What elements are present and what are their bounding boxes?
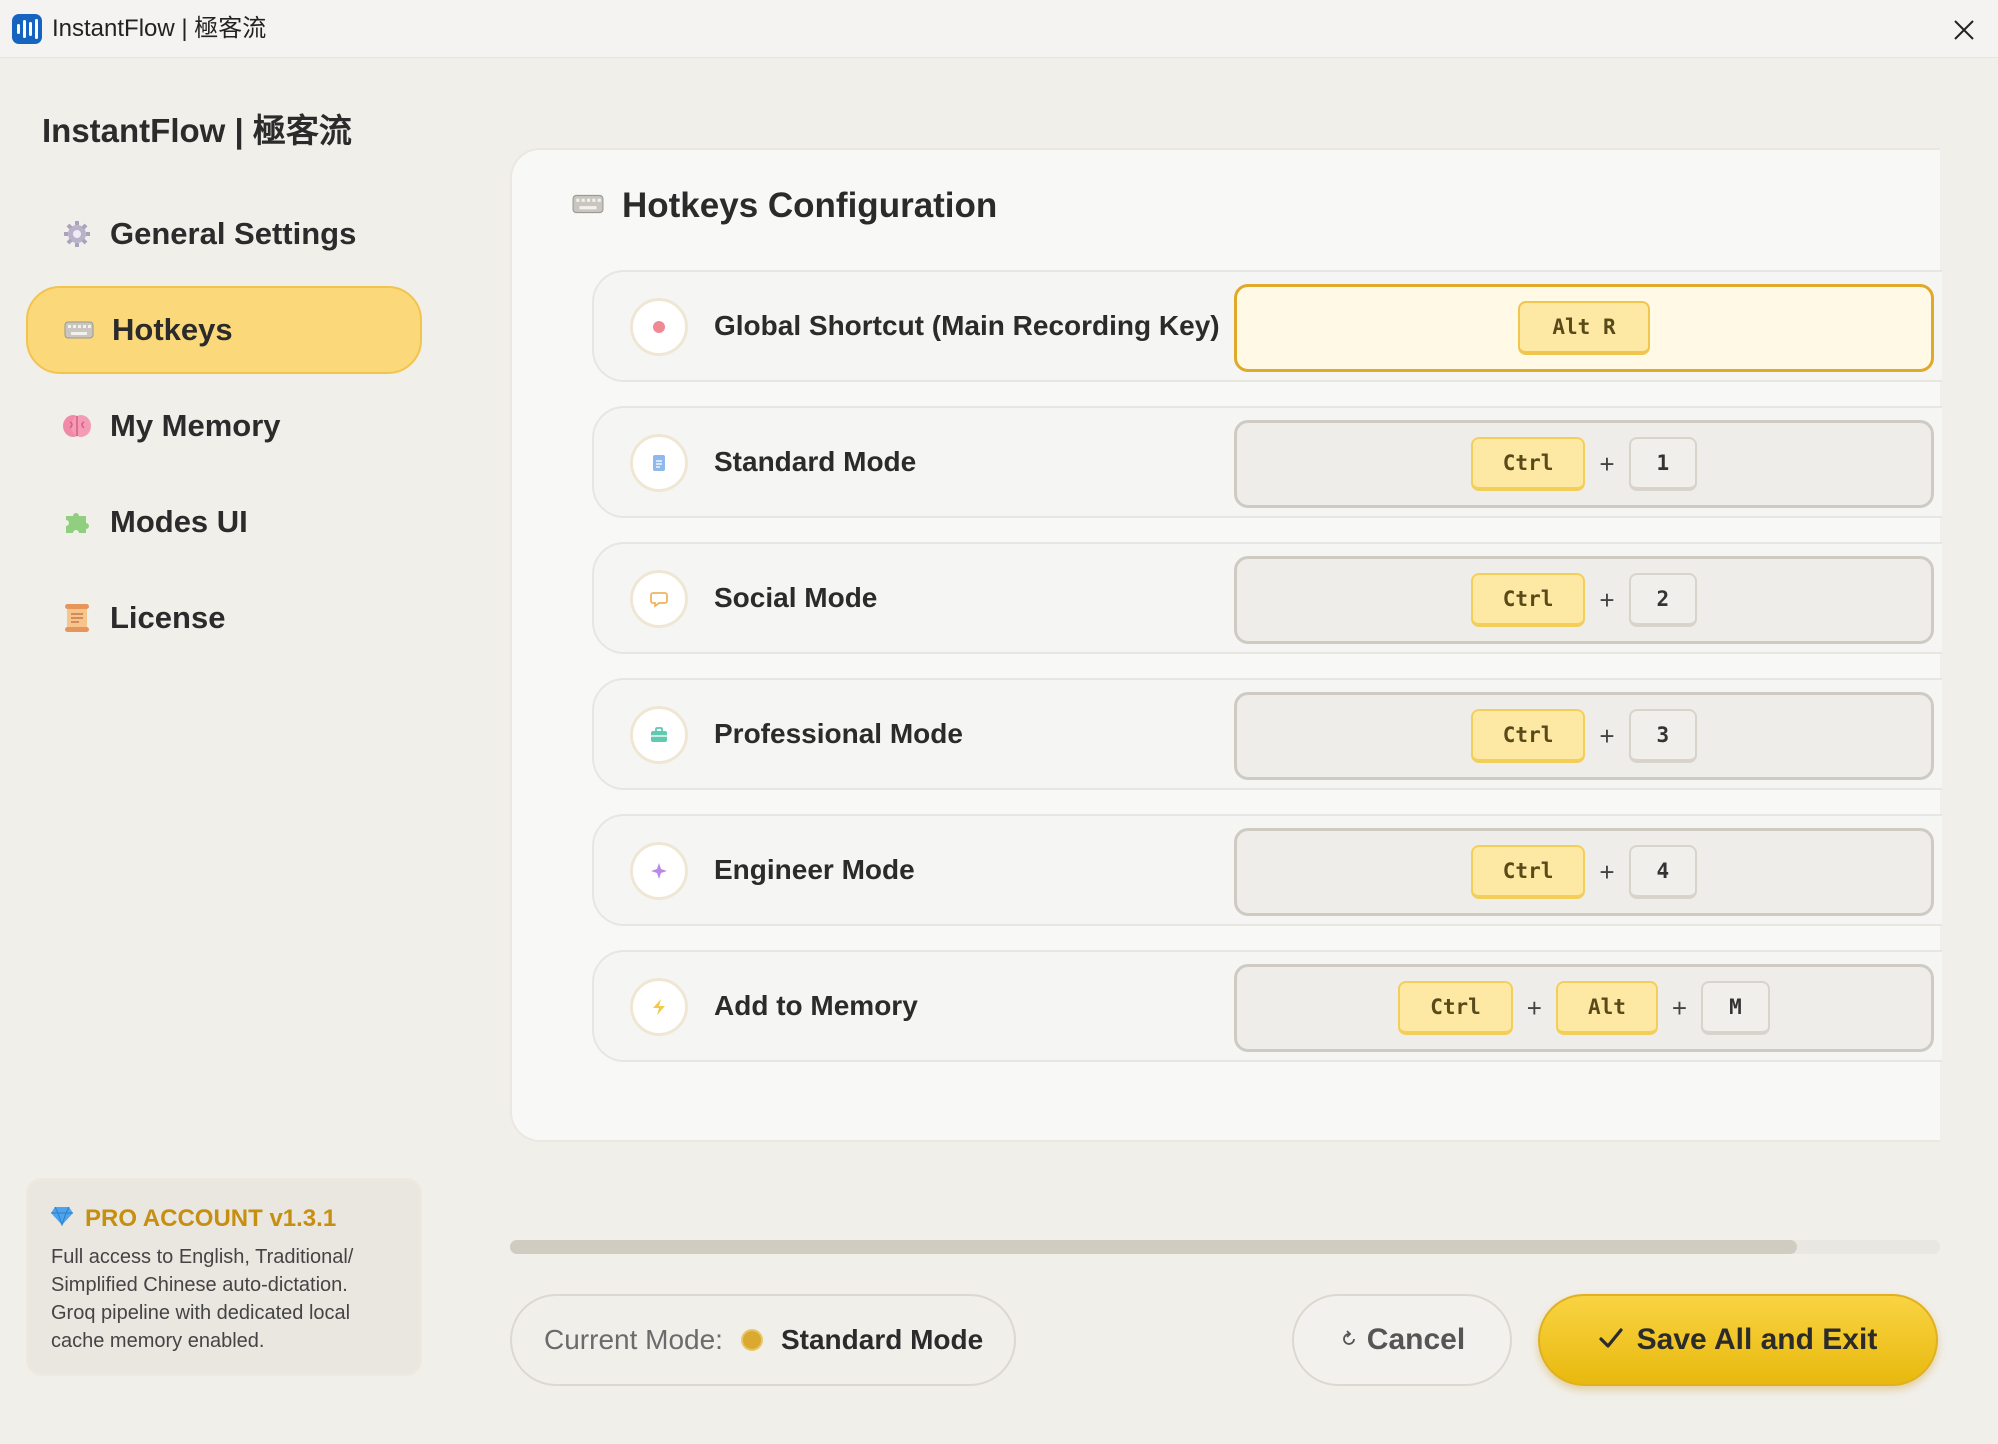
current-mode-indicator: Current Mode: Standard Mode bbox=[510, 1294, 1016, 1386]
hotkey-row-standard-mode: Standard Mode Ctrl + 1 bbox=[592, 406, 1942, 518]
hotkey-row-global-shortcut: Global Shortcut (Main Recording Key) Alt… bbox=[592, 270, 1942, 382]
sidebar-item-label: License bbox=[110, 600, 226, 635]
key-cap: 4 bbox=[1628, 845, 1698, 899]
hotkey-label: Professional Mode bbox=[714, 718, 963, 749]
sidebar-item-license[interactable]: License bbox=[26, 574, 422, 662]
sparkle-icon bbox=[630, 842, 688, 900]
gem-icon bbox=[51, 1205, 73, 1233]
lightning-icon bbox=[630, 978, 688, 1036]
hotkey-input-social-mode[interactable]: Ctrl + 2 bbox=[1234, 556, 1934, 644]
hotkey-label: Standard Mode bbox=[714, 446, 917, 477]
key-cap: 2 bbox=[1628, 573, 1698, 627]
hotkey-input-add-to-memory[interactable]: Ctrl + Alt + M bbox=[1234, 964, 1934, 1052]
plus-separator: + bbox=[1599, 720, 1615, 751]
cancel-label: Cancel bbox=[1366, 1323, 1466, 1356]
sidebar-item-label: General Settings bbox=[110, 216, 357, 251]
close-icon bbox=[1954, 20, 1974, 40]
key-cap: 3 bbox=[1628, 709, 1698, 763]
plus-separator: + bbox=[1526, 992, 1542, 1023]
hotkey-row-add-to-memory: Add to Memory Ctrl + Alt + M bbox=[592, 950, 1942, 1062]
sidebar-item-label: My Memory bbox=[110, 408, 281, 443]
hotkey-list: Global Shortcut (Main Recording Key) Alt… bbox=[592, 270, 1942, 1086]
cancel-button[interactable]: Cancel bbox=[1292, 1294, 1512, 1386]
hotkey-label: Global Shortcut (Main Recording Key) bbox=[714, 310, 1220, 341]
record-icon bbox=[630, 298, 688, 356]
sidebar-item-hotkeys[interactable]: Hotkeys bbox=[26, 286, 422, 374]
save-all-and-exit-button[interactable]: Save All and Exit bbox=[1538, 1294, 1938, 1386]
hotkey-input-engineer-mode[interactable]: Ctrl + 4 bbox=[1234, 828, 1934, 916]
plus-separator: + bbox=[1599, 448, 1615, 479]
brand-title: InstantFlow | 極客流 bbox=[42, 112, 352, 149]
puzzle-icon bbox=[62, 507, 92, 537]
key-cap: Ctrl bbox=[1470, 437, 1586, 491]
hotkey-label: Add to Memory bbox=[714, 990, 918, 1021]
title-bar: InstantFlow | 極客流 bbox=[0, 0, 1998, 58]
sidebar-item-general-settings[interactable]: General Settings bbox=[26, 190, 422, 278]
document-icon bbox=[630, 434, 688, 492]
app-icon bbox=[12, 14, 42, 44]
pro-account-title: PRO ACCOUNT v1.3.1 bbox=[85, 1205, 337, 1232]
key-cap: Ctrl bbox=[1470, 573, 1586, 627]
current-mode-value: Standard Mode bbox=[780, 1324, 984, 1355]
hotkey-input-professional-mode[interactable]: Ctrl + 3 bbox=[1234, 692, 1934, 780]
mode-status-dot bbox=[740, 1329, 763, 1351]
hotkey-label: Engineer Mode bbox=[714, 854, 915, 885]
sidebar-item-my-memory[interactable]: My Memory bbox=[26, 382, 422, 470]
briefcase-icon bbox=[630, 706, 688, 764]
sidebar-item-label: Hotkeys bbox=[112, 312, 233, 347]
sidebar-item-label: Modes UI bbox=[110, 504, 248, 539]
hotkey-input-global-shortcut[interactable]: Alt R bbox=[1234, 284, 1934, 372]
keyboard-icon bbox=[572, 192, 604, 221]
plus-separator: + bbox=[1599, 584, 1615, 615]
hotkey-row-social-mode: Social Mode Ctrl + 2 bbox=[592, 542, 1942, 654]
hotkey-row-professional-mode: Professional Mode Ctrl + 3 bbox=[592, 678, 1942, 790]
key-cap: Alt R bbox=[1518, 301, 1650, 355]
chat-icon bbox=[630, 570, 688, 628]
plus-separator: + bbox=[1671, 992, 1688, 1023]
brain-icon bbox=[62, 411, 92, 441]
sidebar-item-modes-ui[interactable]: Modes UI bbox=[26, 478, 422, 566]
close-button[interactable] bbox=[1944, 10, 1984, 50]
hotkey-label: Social Mode bbox=[714, 582, 878, 613]
undo-icon bbox=[1339, 1325, 1359, 1356]
key-cap: Ctrl bbox=[1470, 709, 1586, 763]
key-cap: Ctrl bbox=[1398, 981, 1513, 1035]
pro-account-card: PRO ACCOUNT v1.3.1 Full access to Englis… bbox=[26, 1178, 422, 1376]
hotkey-input-standard-mode[interactable]: Ctrl + 1 bbox=[1234, 420, 1934, 508]
key-cap: Alt bbox=[1555, 981, 1658, 1035]
scrollbar-thumb[interactable] bbox=[510, 1240, 1797, 1254]
window-title: InstantFlow | 極客流 bbox=[52, 15, 267, 42]
hotkeys-panel: Hotkeys Configuration Global Shortcut (M… bbox=[510, 148, 1942, 1142]
save-label: Save All and Exit bbox=[1636, 1323, 1878, 1356]
gear-icon bbox=[62, 219, 92, 249]
horizontal-scrollbar[interactable] bbox=[510, 1240, 1940, 1254]
pro-account-description: Full access to English, Traditional/ Sim… bbox=[51, 1246, 354, 1352]
sidebar-nav: General Settings Hotkeys My Memory Modes… bbox=[26, 190, 422, 670]
check-icon bbox=[1599, 1323, 1623, 1357]
panel-title: Hotkeys Configuration bbox=[622, 186, 998, 225]
keyboard-icon bbox=[64, 315, 94, 345]
key-cap: Ctrl bbox=[1470, 845, 1586, 899]
hotkey-row-engineer-mode: Engineer Mode Ctrl + 4 bbox=[592, 814, 1942, 926]
current-mode-label: Current Mode: bbox=[544, 1324, 723, 1355]
key-cap: 1 bbox=[1628, 437, 1698, 491]
plus-separator: + bbox=[1599, 856, 1615, 887]
scroll-icon bbox=[62, 603, 92, 633]
key-cap: M bbox=[1701, 981, 1770, 1035]
